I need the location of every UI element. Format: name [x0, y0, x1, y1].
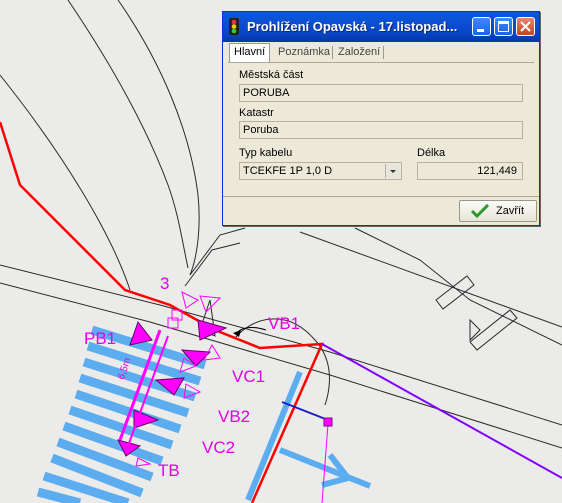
cable-type-select[interactable]: TCEKFE 1P 1,0 D [239, 162, 402, 180]
map-label-pb1: PB1 [84, 329, 117, 348]
tab-separator [383, 46, 384, 59]
footer-divider [223, 196, 539, 197]
purple-route-line [321, 343, 562, 479]
cable-type-value: TCEKFE 1P 1,0 D [243, 165, 333, 177]
cable-junction-marker[interactable] [323, 417, 333, 427]
close-button[interactable]: Zavřít [459, 200, 537, 222]
tab-separator [332, 46, 333, 59]
checkmark-icon [471, 204, 489, 218]
length-label: Délka [417, 147, 446, 159]
traffic-light-icon [229, 18, 239, 35]
tab-created[interactable]: Založení [334, 44, 384, 61]
maximize-button[interactable] [494, 17, 513, 36]
map-label-tb: TB [158, 461, 180, 480]
info-window: Prohlížení Opavská - 17.listopad... Hlav… [222, 11, 540, 226]
close-icon [520, 21, 531, 32]
cadastre-label: Katastr [239, 107, 274, 119]
minimize-button[interactable] [472, 17, 491, 36]
tab-main[interactable]: Hlavní [229, 43, 271, 63]
district-field[interactable]: PORUBA [239, 84, 523, 102]
district-label: Městská část [239, 69, 304, 81]
map-label-vb1: VB1 [268, 314, 301, 333]
tab-note[interactable]: Poznámka [274, 44, 334, 61]
close-window-button[interactable] [516, 17, 535, 36]
tab-panel-main: Městská část PORUBA Katastr Poruba Typ k… [228, 62, 534, 197]
magenta-guide [321, 423, 329, 503]
lane-arrows [245, 370, 372, 502]
close-button-label: Zavřít [496, 205, 525, 217]
window-titlebar[interactable]: Prohlížení Opavská - 17.listopad... [223, 12, 539, 42]
crosswalk-stripes [36, 325, 207, 503]
window-title: Prohlížení Opavská - 17.listopad... [247, 19, 458, 34]
length-field[interactable]: 121,449 [417, 162, 523, 180]
map-label-3: 3 [160, 274, 170, 293]
minimize-icon [477, 29, 484, 32]
map-label-vb2: VB2 [218, 407, 251, 426]
map-label-vc2: VC2 [202, 438, 236, 457]
cable-type-label: Typ kabelu [239, 147, 293, 159]
map-label-vc1: VC1 [232, 367, 266, 386]
maximize-icon [498, 21, 509, 32]
cadastre-field[interactable]: Poruba [239, 121, 523, 139]
chevron-down-icon[interactable] [385, 164, 400, 178]
